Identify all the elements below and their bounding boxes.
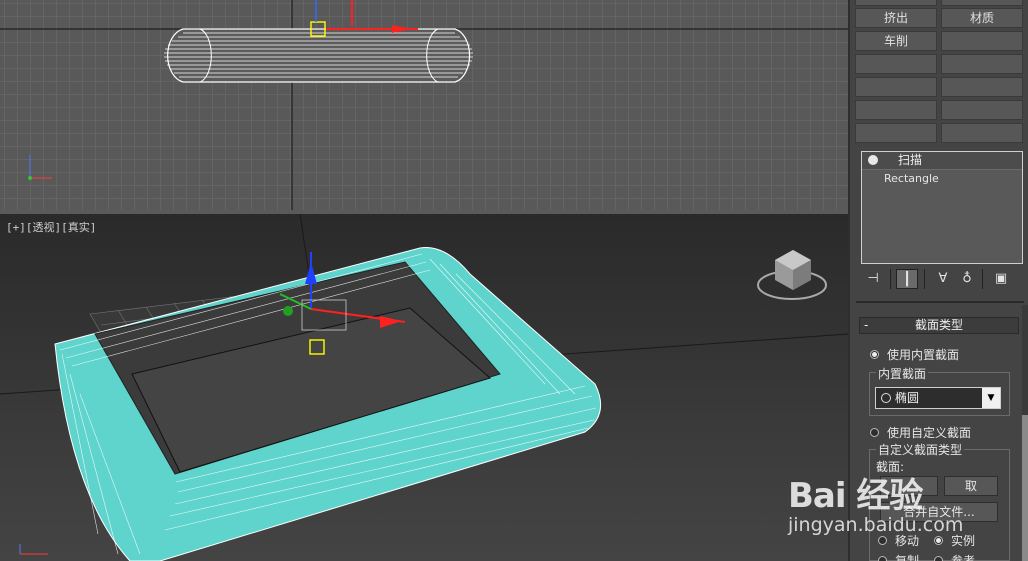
section-type-rollout-header[interactable]: - 截面类型 <box>859 317 1019 334</box>
copy-label: 复制 <box>895 554 920 561</box>
ellipse-icon <box>881 393 891 403</box>
instance-label: 实例 <box>951 534 976 548</box>
viewcube[interactable] <box>757 250 827 300</box>
use-builtin-section-radio[interactable]: 使用内置截面 <box>870 346 959 363</box>
empty-button-3[interactable] <box>941 54 1023 74</box>
cylinder-object[interactable] <box>164 28 473 83</box>
top-viewport-canvas <box>0 0 848 210</box>
stack-item-sweep[interactable]: 扫描 <box>862 152 1022 169</box>
empty-button-7[interactable] <box>941 100 1023 120</box>
modifier-button-top-left[interactable] <box>855 0 937 6</box>
top-viewport[interactable] <box>0 0 848 210</box>
pick-button[interactable]: 取 <box>944 476 998 496</box>
section-field[interactable] <box>880 476 938 496</box>
panel-scrollbar[interactable] <box>1022 305 1028 561</box>
radio-off-icon[interactable] <box>870 428 879 437</box>
viewport-menu-plus[interactable]: [+] <box>6 221 26 234</box>
reference-radio[interactable]: 参考 <box>934 552 975 561</box>
perspective-viewport[interactable]: [+][透视][真实] <box>0 214 848 561</box>
radio-off-icon[interactable] <box>878 536 887 545</box>
copy-radio[interactable]: 复制 <box>878 552 919 561</box>
radio-on-icon[interactable] <box>934 536 943 545</box>
use-custom-section-label: 使用自定义截面 <box>887 426 972 440</box>
configure-modifier-sets-icon[interactable]: ▣ <box>990 269 1012 289</box>
show-end-result-icon[interactable]: ┃ <box>896 269 918 289</box>
move-radio[interactable]: 移动 <box>878 532 919 549</box>
empty-button-1[interactable] <box>941 31 1023 51</box>
viewport-point-of-view[interactable]: [透视] <box>26 221 61 234</box>
viewport-label[interactable]: [+][透视][真实] <box>6 219 96 235</box>
empty-button-8[interactable] <box>855 123 937 143</box>
perspective-viewport-canvas <box>0 214 848 561</box>
reference-label: 参考 <box>951 554 976 561</box>
radio-off-icon[interactable] <box>934 556 943 561</box>
remove-modifier-icon[interactable]: ♁ <box>956 269 978 289</box>
empty-button-5[interactable] <box>941 77 1023 97</box>
panel-divider <box>856 301 1024 303</box>
chevron-down-icon[interactable]: ▼ <box>982 388 1000 408</box>
rollout-title: 截面类型 <box>914 318 963 332</box>
section-label: 截面: <box>876 460 905 474</box>
instance-radio[interactable]: 实例 <box>934 532 975 549</box>
modifier-button-top-right[interactable] <box>941 0 1023 6</box>
builtin-section-value: 椭圆 <box>895 391 920 405</box>
empty-button-6[interactable] <box>855 100 937 120</box>
radio-off-icon[interactable] <box>878 556 887 561</box>
use-builtin-section-label: 使用内置截面 <box>887 348 960 362</box>
move-label: 移动 <box>895 534 920 548</box>
lathe-button[interactable]: 车削 <box>855 31 937 51</box>
stack-toolbar: ⊣ ┃ ∀ ♁ ▣ <box>862 269 1022 289</box>
stack-item-sweep-label: 扫描 <box>898 153 923 167</box>
material-button[interactable]: 材质 <box>941 8 1023 28</box>
stack-item-rectangle[interactable]: Rectangle <box>862 169 1022 186</box>
viewport-shading-mode[interactable]: [真实] <box>61 221 96 234</box>
radio-on-icon[interactable] <box>870 350 879 359</box>
empty-button-2[interactable] <box>855 54 937 74</box>
lightbulb-icon[interactable] <box>868 155 878 165</box>
modifier-stack[interactable]: 扫描 Rectangle <box>861 151 1023 264</box>
merge-from-file-button[interactable]: 合并自文件... <box>880 502 998 522</box>
custom-section-group-title: 自定义截面类型 <box>876 441 965 458</box>
command-panel: 挤出 材质 车削 扫描 Rectangle ⊣ ┃ ∀ ♁ ▣ - 截面类型 使… <box>848 0 1028 561</box>
empty-button-4[interactable] <box>855 77 937 97</box>
builtin-section-group-title: 内置截面 <box>876 365 929 382</box>
view-axis-tripod-perspective <box>19 544 48 555</box>
panel-scrollbar-thumb[interactable] <box>1022 415 1028 561</box>
pin-stack-icon[interactable]: ⊣ <box>862 269 884 289</box>
extrude-button[interactable]: 挤出 <box>855 8 937 28</box>
sweep-frame-object[interactable] <box>54 247 602 561</box>
builtin-section-dropdown[interactable]: 椭圆 ▼ <box>875 387 1001 409</box>
use-custom-section-radio[interactable]: 使用自定义截面 <box>870 424 971 441</box>
make-unique-icon[interactable]: ∀ <box>932 269 954 289</box>
empty-button-9[interactable] <box>941 123 1023 143</box>
